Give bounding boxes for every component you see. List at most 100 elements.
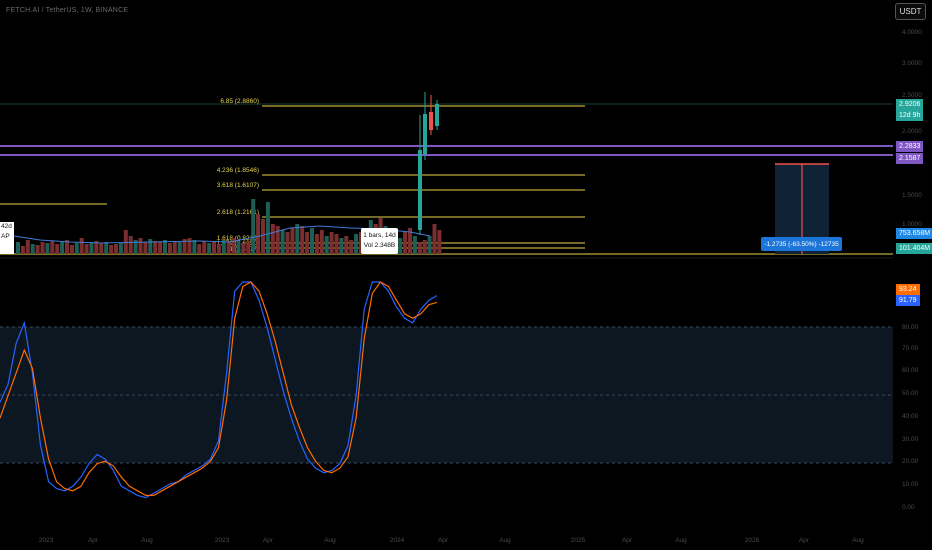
volume-bar xyxy=(114,244,118,254)
volume-bar xyxy=(30,244,35,254)
chart-canvas[interactable]: 6.85 (2.8860) 4.236 (1.8546) 3.618 (1.6107… xyxy=(0,0,932,550)
countdown-tag: 12d 9h xyxy=(896,110,924,121)
volume-bar xyxy=(226,242,231,254)
osc-tick-label: 80.00 xyxy=(902,324,919,331)
time-tick-label: Apr xyxy=(799,537,810,544)
volume-bar xyxy=(261,219,265,254)
partial-label-line2: AP xyxy=(1,233,10,240)
volume-bar xyxy=(403,232,408,254)
oscillator-axis[interactable]: 80.00 70.00 60.00 50.00 40.00 30.00 20.00 10.00… xyxy=(902,324,919,511)
volume-bar xyxy=(310,228,314,254)
last-price-tag: 2.9206 xyxy=(896,99,924,110)
volume-bar xyxy=(109,245,114,254)
volume-bar xyxy=(79,238,84,254)
volume-bar xyxy=(300,226,305,254)
price-tick-label: 2.0000 xyxy=(902,128,922,135)
volume-tag-b: 101.404M xyxy=(896,243,932,254)
volume-bar xyxy=(280,230,285,254)
volume-bar xyxy=(236,242,241,254)
time-tick-label: Aug xyxy=(499,537,511,544)
partial-label-box: 42d AP xyxy=(0,222,14,254)
volume-bar xyxy=(104,242,109,254)
volume-bar xyxy=(432,224,437,254)
volume-bar xyxy=(16,242,20,254)
volume-bar xyxy=(412,236,417,254)
volume-bar xyxy=(231,238,236,254)
volume-bar xyxy=(295,224,300,254)
volume-bar xyxy=(285,232,290,254)
volume-bar xyxy=(329,232,334,254)
volume-bar xyxy=(192,240,197,254)
time-tick-label: Aug xyxy=(324,537,336,544)
time-tick-label: Apr xyxy=(88,537,99,544)
time-tick-label: 2023 xyxy=(215,537,230,544)
volume-bar xyxy=(84,244,89,254)
volume-bar xyxy=(216,244,221,254)
time-axis[interactable]: 2023 Apr Aug 2023 Apr Aug 2024 Apr Aug 2025 Apr Aug… xyxy=(39,537,864,544)
fib-label: 6.85 (2.8860) xyxy=(220,98,259,105)
volume-bar xyxy=(177,242,182,254)
volume-bar xyxy=(158,242,163,254)
fib-label: 3.618 (1.6107) xyxy=(217,182,259,189)
volume-bar xyxy=(334,234,339,254)
time-tick-label: Apr xyxy=(263,537,274,544)
stoch-d-tag: 93.24 xyxy=(896,284,920,295)
volume-bar xyxy=(74,243,79,254)
time-tick-label: 2024 xyxy=(390,537,405,544)
volume-bar xyxy=(417,242,422,254)
candle-up[interactable] xyxy=(423,114,427,154)
price-pane[interactable] xyxy=(0,0,893,258)
partial-label-line1: 42d xyxy=(1,223,12,230)
price-tick-label: 2.5000 xyxy=(902,92,922,99)
price-tick-label: 1.5000 xyxy=(902,192,922,199)
symbol-header: FETCH.AI / TetherUS, 1W, BINANCE xyxy=(6,7,129,14)
measure-label[interactable]: -1.2735 (-63.50%) -12735 xyxy=(761,237,842,251)
volume-bar xyxy=(148,239,153,254)
time-tick-label: Apr xyxy=(622,537,633,544)
price-tick-label: 1.0000 xyxy=(902,221,922,228)
volume-bar xyxy=(187,238,192,254)
osc-tick-label: 0.00 xyxy=(902,504,915,511)
tooltip-bars: 1 bars, 14d xyxy=(363,232,396,239)
time-tick-label: Aug xyxy=(852,537,864,544)
osc-tick-label: 20.00 xyxy=(902,458,919,465)
volume-bar xyxy=(427,236,432,254)
volume-bar xyxy=(339,238,344,254)
volume-bar xyxy=(153,241,158,254)
volume-bar xyxy=(197,244,202,254)
volume-bar xyxy=(270,224,275,254)
volume-bar xyxy=(20,246,25,254)
tooltip-volume: Vol 2.348B xyxy=(363,242,396,249)
volume-bar xyxy=(202,241,207,254)
volume-bar xyxy=(69,245,74,254)
candle-up[interactable] xyxy=(435,104,439,126)
volume-bar xyxy=(167,243,172,254)
osc-tick-label: 50.00 xyxy=(902,390,919,397)
volume-bar xyxy=(99,243,104,254)
osc-tick-label: 10.00 xyxy=(902,481,919,488)
volume-bar xyxy=(89,242,94,254)
currency-button[interactable]: USDT xyxy=(895,3,926,20)
volume-bar xyxy=(305,232,310,254)
price-axis[interactable]: 4.0000 3.0000 2.5000 2.0000 1.5000 1.0000 xyxy=(902,29,922,228)
osc-tick-label: 60.00 xyxy=(902,367,919,374)
volume-bar xyxy=(207,243,212,254)
volume-bar xyxy=(344,236,349,254)
volume-bar xyxy=(241,243,246,254)
candle-up[interactable] xyxy=(418,150,422,230)
volume-bar xyxy=(55,244,60,254)
purple-tag-b: 2.1587 xyxy=(896,153,924,164)
volume-bar xyxy=(138,238,143,254)
purple-tag-a: 2.2833 xyxy=(896,141,924,152)
volume-bar xyxy=(35,245,40,254)
volume-bar xyxy=(45,243,50,254)
volume-bar xyxy=(437,230,442,254)
osc-tick-label: 40.00 xyxy=(902,413,919,420)
osc-tick-label: 30.00 xyxy=(902,436,919,443)
candle-down[interactable] xyxy=(429,112,433,130)
fib-label: 4.236 (1.8546) xyxy=(217,167,259,174)
volume-bar xyxy=(143,242,148,254)
time-tick-label: Aug xyxy=(141,537,153,544)
bar-tooltip: 1 bars, 14d Vol 2.348B xyxy=(361,228,398,254)
time-tick-label: 2025 xyxy=(571,537,586,544)
